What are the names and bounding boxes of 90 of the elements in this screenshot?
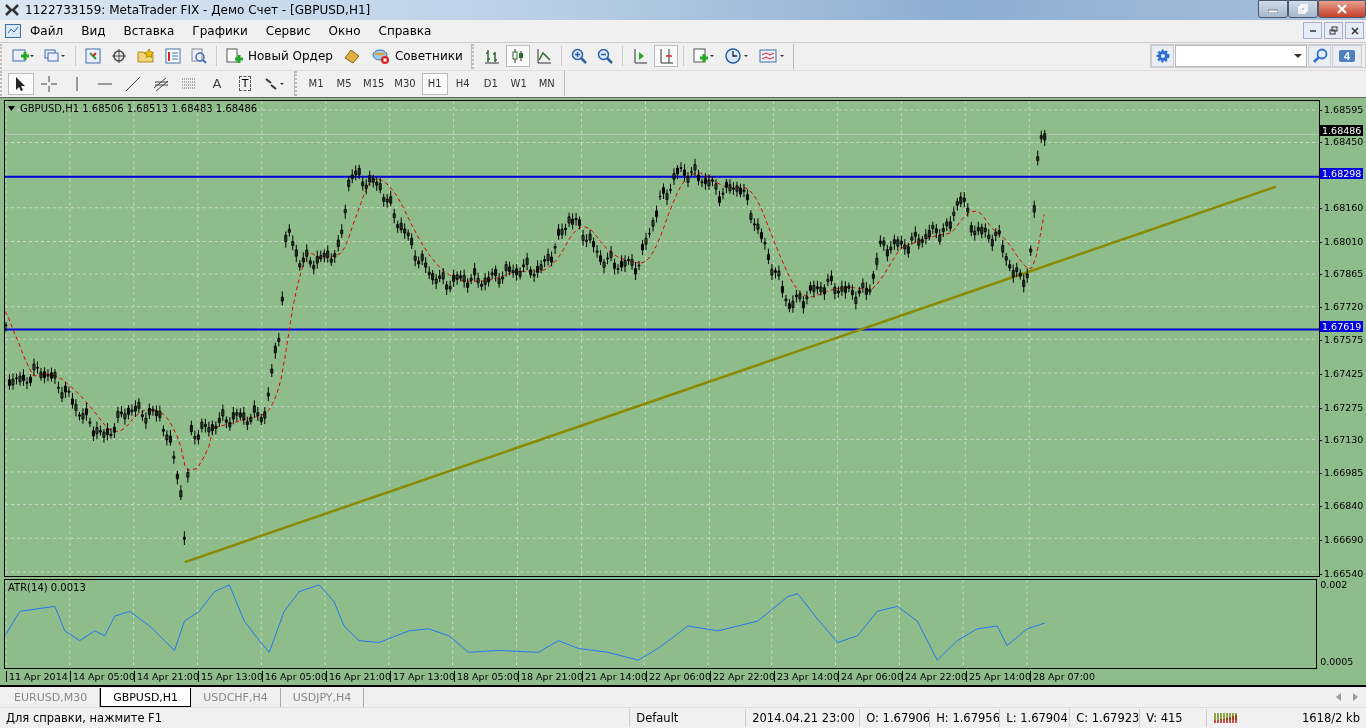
time-axis-label: 14 Apr 21:00 xyxy=(134,671,198,683)
time-axis-label: 15 Apr 13:00 xyxy=(198,671,262,683)
time-axis-label: 21 Apr 14:00 xyxy=(582,671,646,683)
traffic-counter: 1618/2 kb xyxy=(1300,710,1361,728)
close-price: C: 1.67923 xyxy=(1069,709,1140,728)
candlestick-icon[interactable] xyxy=(505,45,530,68)
bar-time: 2014.04.21 23:00 xyxy=(745,709,860,728)
time-axis-label: 18 Apr 21:00 xyxy=(518,671,582,683)
scroll-left-icon[interactable] xyxy=(1336,693,1342,702)
time-axis-label: 18 Apr 05:00 xyxy=(454,671,518,683)
search-button[interactable] xyxy=(1308,45,1331,68)
app-icon xyxy=(5,3,19,16)
new-order-button[interactable]: Новый Ордер xyxy=(222,45,337,68)
time-axis-label: 17 Apr 13:00 xyxy=(390,671,454,683)
timeframe-button[interactable]: D1 xyxy=(477,72,504,95)
profile-name: Default xyxy=(629,709,746,728)
time-axis-label: 22 Apr 06:00 xyxy=(646,671,710,683)
horizontal-line-icon xyxy=(97,81,113,86)
text-tool-button[interactable]: T xyxy=(232,72,258,95)
low-price: L: 1.67904 xyxy=(999,709,1070,728)
time-axis-label: 25 Apr 14:00 xyxy=(966,671,1030,683)
price-marker-label: 1.68486 xyxy=(1320,125,1364,137)
indicator-label: ATR(14) 0.0013 xyxy=(8,581,86,593)
diagonal-line-icon xyxy=(125,75,141,92)
menu-item[interactable]: Окно xyxy=(319,23,370,38)
restore-icon xyxy=(1329,26,1338,36)
time-axis-label: 14 Apr 05:00 xyxy=(70,671,134,683)
open-price: O: 1.67906 xyxy=(859,709,930,728)
time-axis-label: 28 Apr 07:00 xyxy=(1030,671,1094,683)
menu-item[interactable]: Справка xyxy=(369,23,441,38)
timeframe-button[interactable]: W1 xyxy=(505,72,532,95)
restore-icon xyxy=(1298,4,1308,14)
indicator-axis-label: 0.0005 xyxy=(1320,655,1355,667)
experts-button[interactable]: Советники xyxy=(366,45,467,68)
dropdown-caret-icon xyxy=(1294,53,1302,60)
menu-item[interactable]: Графики xyxy=(183,23,257,38)
hat-icon xyxy=(370,48,391,65)
search-field[interactable] xyxy=(1175,45,1307,68)
text-tool-button[interactable]: A xyxy=(204,72,230,95)
restore-button[interactable] xyxy=(1288,0,1318,18)
menu-item[interactable]: Сервис xyxy=(256,23,320,38)
high-price: H: 1.67956 xyxy=(929,709,1000,728)
timeframe-button[interactable]: M5 xyxy=(331,72,357,95)
menu-item[interactable]: Вставка xyxy=(114,23,184,38)
time-axis-label: 24 Apr 06:00 xyxy=(838,671,902,683)
parallel-lines-icon xyxy=(153,75,169,92)
crosshair-icon xyxy=(41,75,57,92)
notifications-button[interactable]: 4 xyxy=(1332,45,1362,68)
timeframe-button[interactable]: MN xyxy=(533,72,560,95)
restore-button[interactable] xyxy=(1324,22,1343,40)
cursor-tool-button[interactable] xyxy=(8,72,34,95)
timeframe-button[interactable]: H4 xyxy=(449,72,476,95)
minimize-button[interactable] xyxy=(1258,0,1288,18)
timeframe-button[interactable]: M1 xyxy=(303,72,329,95)
time-axis-label: 16 Apr 21:00 xyxy=(326,671,390,683)
close-button[interactable] xyxy=(1345,22,1364,40)
collapse-triangle-icon[interactable] xyxy=(8,105,15,111)
chart-shift-icon[interactable] xyxy=(653,45,678,68)
close-icon xyxy=(1337,4,1347,14)
settings-button[interactable] xyxy=(1151,45,1174,68)
menu-item[interactable]: Вид xyxy=(72,23,115,38)
chart-symbol-label: GBPUSD,H1 1.68506 1.68513 1.68483 1.68486 xyxy=(20,102,258,114)
vertical-line-icon xyxy=(75,75,79,92)
indicator-axis-label: 0.002 xyxy=(1320,578,1349,590)
price-marker-label: 1.67619 xyxy=(1320,320,1364,332)
price-marker-label: 1.68298 xyxy=(1320,167,1364,179)
document-plus-icon xyxy=(226,48,244,65)
time-axis-label: 16 Apr 05:00 xyxy=(262,671,326,683)
window-title: 1122733159: MetaTrader FIX - Демо Счет - [GBPUSD,H1] xyxy=(25,2,371,17)
connection-bars-icon xyxy=(1213,711,1240,726)
timeframe-button[interactable]: H1 xyxy=(421,72,448,95)
timeframe-button[interactable]: M30 xyxy=(390,72,420,95)
scroll-right-icon[interactable] xyxy=(1352,693,1358,702)
volume: V: 415 xyxy=(1139,709,1207,728)
chart-tab[interactable]: GBPUSD,H1 xyxy=(100,688,192,708)
minimize-icon xyxy=(1309,29,1316,32)
chart-window-icon[interactable] xyxy=(5,23,21,38)
time-axis-label: 22 Apr 22:00 xyxy=(710,671,774,683)
menu-item[interactable]: Файл xyxy=(21,23,73,38)
time-axis-label: 11 Apr 2014 xyxy=(6,671,70,683)
minimize-button[interactable] xyxy=(1303,22,1322,40)
arrows-icon xyxy=(264,75,286,92)
cursor-icon xyxy=(15,75,27,92)
timeframe-button[interactable]: M15 xyxy=(359,72,389,95)
close-icon xyxy=(1350,26,1359,35)
close-button[interactable] xyxy=(1318,0,1366,18)
help-text: Для справки, нажмите F1 xyxy=(5,710,164,728)
dotted-lines-icon xyxy=(181,75,197,92)
time-axis-label: 24 Apr 22:00 xyxy=(902,671,966,683)
time-axis-label: 23 Apr 14:00 xyxy=(774,671,838,683)
